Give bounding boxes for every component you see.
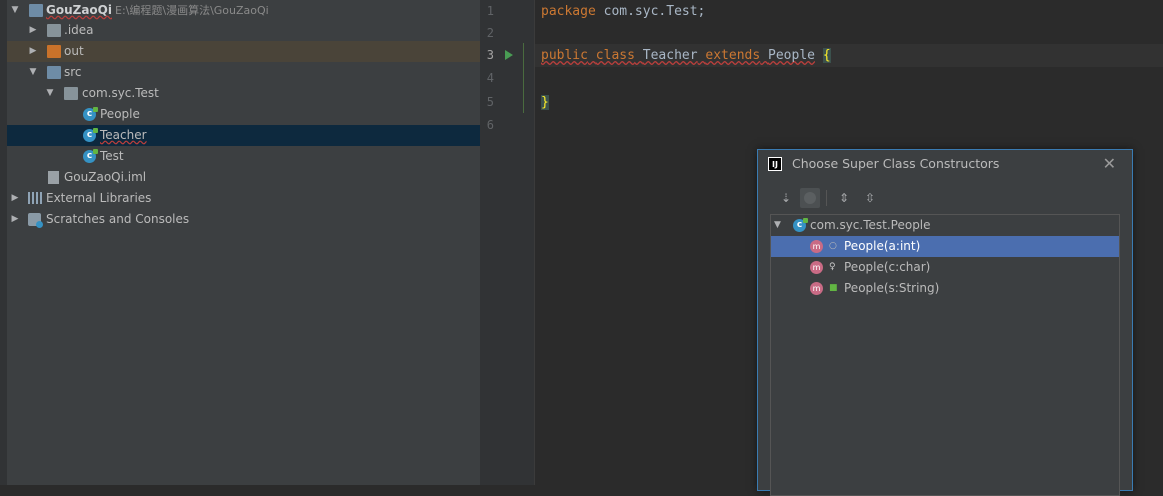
constructor-label: People(s:String)	[844, 281, 940, 295]
gutter-separator	[534, 0, 535, 485]
tree-label: Scratches and Consoles	[46, 212, 190, 226]
tree-row-people[interactable]: c People	[7, 104, 480, 125]
tree-row-constructor[interactable]: m ♀ People(c:char)	[771, 257, 1119, 278]
line-number: 1	[486, 4, 494, 18]
project-root-name: GouZaoQi	[46, 3, 112, 17]
collapse-arrow-icon[interactable]: ▶	[27, 20, 39, 41]
class-name: Teacher	[642, 48, 698, 63]
tree-label: out	[64, 44, 84, 58]
tree-row-teacher[interactable]: c Teacher	[7, 125, 480, 146]
left-tool-strip	[0, 0, 7, 485]
tree-label: Test	[100, 149, 124, 163]
tree-row-test[interactable]: c Test	[7, 146, 480, 167]
run-icon[interactable]	[505, 50, 513, 60]
tree-label: People	[100, 107, 140, 121]
dialog-toolbar: ⇣ ⇕ ⇳	[770, 188, 1122, 210]
project-folder-icon	[29, 4, 43, 17]
tree-label: External Libraries	[46, 191, 152, 205]
class-icon: c	[83, 149, 98, 163]
toolbar-separator	[826, 190, 827, 206]
project-root-path: E:\编程题\漫画算法\GouZaoQi	[115, 4, 269, 17]
line-number: 2	[486, 26, 494, 40]
tree-row-constructor[interactable]: m ○ People(a:int)	[771, 236, 1119, 257]
tree-label: src	[64, 65, 82, 79]
constructor-label: People(c:char)	[844, 260, 931, 274]
show-inherited-toggle-icon[interactable]	[800, 188, 820, 208]
change-marker	[523, 43, 524, 113]
excluded-folder-icon	[47, 45, 61, 58]
intellij-app-icon: IJ	[768, 157, 782, 171]
library-icon	[28, 192, 42, 204]
code-line-3[interactable]: public class Teacher extends People {	[541, 44, 831, 67]
keyword-extends: extends	[705, 48, 761, 63]
expand-all-icon[interactable]: ⇕	[834, 188, 854, 208]
choose-super-class-constructors-dialog: IJ Choose Super Class Constructors ✕ ⇣ ⇕…	[757, 149, 1133, 496]
tree-row-iml[interactable]: GouZaoQi.iml	[7, 167, 480, 188]
close-icon[interactable]: ✕	[1103, 155, 1116, 173]
class-name: com.syc.Test.People	[810, 218, 931, 232]
keyword-package: package	[541, 4, 596, 19]
tree-label: Teacher	[100, 128, 147, 142]
method-icon: m	[810, 261, 823, 274]
module-file-icon	[48, 171, 59, 184]
tree-label: .idea	[64, 23, 94, 37]
keyword-class: class	[595, 48, 635, 63]
scratches-icon	[28, 213, 43, 228]
collapse-arrow-icon[interactable]: ▶	[27, 41, 39, 62]
expand-arrow-icon[interactable]: ▼	[9, 0, 21, 21]
method-icon: m	[810, 282, 823, 295]
dialog-title: Choose Super Class Constructors	[792, 156, 1000, 171]
tree-row-out[interactable]: ▶ out	[7, 41, 480, 62]
package-name: com.syc.Test;	[595, 4, 706, 19]
expand-arrow-icon[interactable]: ▼	[774, 215, 781, 236]
tree-row-src[interactable]: ▼ src	[7, 62, 480, 83]
package-private-visibility-icon: ○	[829, 241, 837, 251]
tree-label: GouZaoQi.iml	[64, 170, 147, 184]
constructor-label: People(a:int)	[844, 239, 921, 253]
collapse-all-icon[interactable]: ⇳	[860, 188, 880, 208]
line-number: 5	[486, 95, 494, 109]
line-number: 6	[486, 118, 494, 132]
tree-row-package[interactable]: ▼ com.syc.Test	[7, 83, 480, 104]
tree-row-scratches[interactable]: ▶ Scratches and Consoles	[7, 209, 480, 230]
tree-row-class[interactable]: ▼ c com.syc.Test.People	[771, 215, 1119, 236]
sort-alphabetically-icon[interactable]: ⇣	[776, 188, 796, 208]
class-icon: c	[83, 128, 98, 142]
open-brace: {	[822, 48, 831, 63]
collapse-arrow-icon[interactable]: ▶	[9, 188, 21, 209]
line-number: 3	[486, 48, 494, 62]
collapse-arrow-icon[interactable]: ▶	[9, 209, 21, 230]
class-icon: c	[793, 218, 808, 232]
parent-class-name: People	[768, 48, 815, 63]
close-brace: }	[541, 95, 549, 110]
expand-arrow-icon[interactable]: ▼	[44, 83, 56, 104]
tree-row-external-libraries[interactable]: ▶ External Libraries	[7, 188, 480, 209]
tree-label: com.syc.Test	[82, 86, 159, 100]
private-lock-icon: ♀	[829, 262, 836, 272]
code-line-1[interactable]: package com.syc.Test;	[541, 0, 705, 23]
folder-icon	[47, 24, 61, 37]
tree-row-root[interactable]: ▼ GouZaoQi E:\编程题\漫画算法\GouZaoQi	[7, 0, 480, 21]
dialog-title-bar[interactable]: IJ Choose Super Class Constructors ✕	[758, 150, 1132, 178]
keyword-public: public	[541, 48, 588, 63]
constructor-tree: ▼ c com.syc.Test.People m ○ People(a:int…	[770, 214, 1120, 496]
class-icon: c	[83, 107, 98, 121]
tree-row-idea[interactable]: ▶ .idea	[7, 20, 480, 41]
package-icon	[64, 87, 78, 100]
public-unlock-icon: ■	[829, 283, 838, 293]
code-line-5[interactable]: }	[541, 91, 549, 114]
source-folder-icon	[47, 66, 61, 79]
expand-arrow-icon[interactable]: ▼	[27, 62, 39, 83]
project-tool-window: ▼ GouZaoQi E:\编程题\漫画算法\GouZaoQi ▶ .idea …	[0, 0, 480, 485]
line-number: 4	[486, 71, 494, 85]
tree-row-constructor[interactable]: m ■ People(s:String)	[771, 278, 1119, 299]
method-icon: m	[810, 240, 823, 253]
